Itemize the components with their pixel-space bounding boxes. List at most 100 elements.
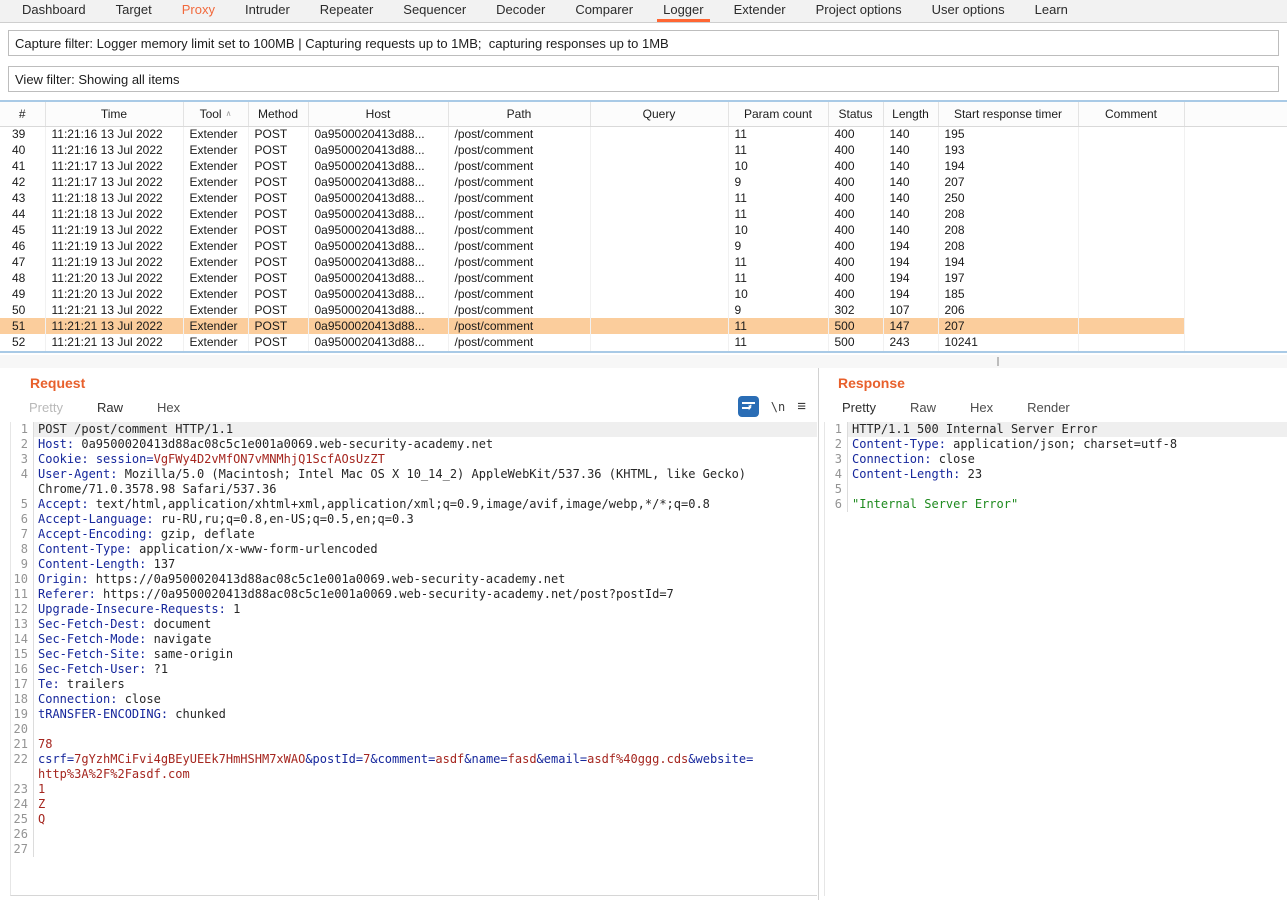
column-header-query[interactable]: Query: [590, 102, 728, 126]
line-content: [847, 482, 1287, 497]
response-tab-render[interactable]: Render: [1023, 398, 1074, 424]
cell-length: 194: [883, 238, 938, 254]
table-row[interactable]: 3911:21:16 13 Jul 2022ExtenderPOST0a9500…: [0, 126, 1287, 142]
cell-status: 400: [828, 158, 883, 174]
cell-time: 11:21:17 13 Jul 2022: [45, 158, 183, 174]
line-number: 9: [11, 557, 33, 572]
code-line: 20: [11, 722, 817, 737]
response-editor[interactable]: 1HTTP/1.1 500 Internal Server Error2Cont…: [824, 422, 1287, 896]
column-header-path[interactable]: Path: [448, 102, 590, 126]
table-row[interactable]: 4611:21:19 13 Jul 2022ExtenderPOST0a9500…: [0, 238, 1287, 254]
response-tab-pretty[interactable]: Pretty: [838, 398, 880, 424]
menu-tab-decoder[interactable]: Decoder: [490, 0, 551, 22]
cell-status: 400: [828, 238, 883, 254]
view-filter-bar[interactable]: View filter: Showing all items: [8, 66, 1279, 92]
cell--: 39: [0, 126, 45, 142]
request-tab-pretty[interactable]: Pretty: [25, 398, 67, 424]
table-row[interactable]: 4211:21:17 13 Jul 2022ExtenderPOST0a9500…: [0, 174, 1287, 190]
line-content: Referer: https://0a9500020413d88ac08c5c1…: [33, 587, 817, 602]
table-row[interactable]: 4811:21:20 13 Jul 2022ExtenderPOST0a9500…: [0, 270, 1287, 286]
wrap-lines-icon[interactable]: [738, 396, 759, 417]
cell-query: [590, 350, 728, 353]
line-content: Upgrade-Insecure-Requests: 1: [33, 602, 817, 617]
show-newlines-icon[interactable]: \n: [771, 400, 785, 414]
cell-host: 0a9500020413d88...: [308, 142, 448, 158]
cell-query: [590, 174, 728, 190]
cell-param-count: 11: [728, 126, 828, 142]
table-row[interactable]: 4111:21:17 13 Jul 2022ExtenderPOST0a9500…: [0, 158, 1287, 174]
table-row[interactable]: 5211:21:21 13 Jul 2022ExtenderPOST0a9500…: [0, 334, 1287, 350]
cell-query: [590, 158, 728, 174]
menu-tab-intruder[interactable]: Intruder: [239, 0, 296, 22]
cell-param-count: 9: [728, 174, 828, 190]
column-header-length[interactable]: Length: [883, 102, 938, 126]
table-row[interactable]: 4711:21:19 13 Jul 2022ExtenderPOST0a9500…: [0, 254, 1287, 270]
cell-filler: [1184, 190, 1287, 206]
line-number: 2: [825, 437, 847, 452]
column-header-tool[interactable]: Tool∧: [183, 102, 248, 126]
column-header-host[interactable]: Host: [308, 102, 448, 126]
response-tab-hex[interactable]: Hex: [966, 398, 997, 424]
cell-length: 194: [883, 286, 938, 302]
table-row[interactable]: 4511:21:19 13 Jul 2022ExtenderPOST0a9500…: [0, 222, 1287, 238]
line-content: Te: trailers: [33, 677, 817, 692]
line-content: Connection: close: [33, 692, 817, 707]
menu-tab-learn[interactable]: Learn: [1029, 0, 1074, 22]
cell-length: 243: [883, 334, 938, 350]
menu-tab-comparer[interactable]: Comparer: [569, 0, 639, 22]
vertical-split-divider[interactable]: [818, 368, 819, 900]
cell-comment: [1078, 334, 1184, 350]
cell-comment: [1078, 350, 1184, 353]
table-row[interactable]: 4311:21:18 13 Jul 2022ExtenderPOST0a9500…: [0, 190, 1287, 206]
column-header-status[interactable]: Status: [828, 102, 883, 126]
cell-method: POST: [248, 126, 308, 142]
line-content: Sec-Fetch-User: ?1: [33, 662, 817, 677]
column-header-method[interactable]: Method: [248, 102, 308, 126]
table-row[interactable]: 5311:21:22 13 Jul 2022ExtenderPOST0a9500…: [0, 350, 1287, 353]
horizontal-split-divider[interactable]: [0, 355, 1287, 368]
menu-tab-project-options[interactable]: Project options: [810, 0, 908, 22]
cell-path: /post/comment: [448, 142, 590, 158]
cell-method: POST: [248, 286, 308, 302]
menu-tab-user-options[interactable]: User options: [926, 0, 1011, 22]
table-row[interactable]: 5111:21:21 13 Jul 2022ExtenderPOST0a9500…: [0, 318, 1287, 334]
column-header--[interactable]: #: [0, 102, 45, 126]
cell--: 42: [0, 174, 45, 190]
cell-param-count: 11: [728, 334, 828, 350]
menu-tab-dashboard[interactable]: Dashboard: [16, 0, 92, 22]
menu-tab-target[interactable]: Target: [110, 0, 158, 22]
cell-host: 0a9500020413d88...: [308, 270, 448, 286]
menu-tab-extender[interactable]: Extender: [728, 0, 792, 22]
table-row[interactable]: 4911:21:20 13 Jul 2022ExtenderPOST0a9500…: [0, 286, 1287, 302]
line-content: Content-Length: 137: [33, 557, 817, 572]
code-line: 1POST /post/comment HTTP/1.1: [11, 422, 817, 437]
line-content: Sec-Fetch-Site: same-origin: [33, 647, 817, 662]
response-tab-raw[interactable]: Raw: [906, 398, 940, 424]
capture-filter-bar[interactable]: Capture filter: Logger memory limit set …: [8, 30, 1279, 56]
line-content: Connection: close: [847, 452, 1287, 467]
request-tab-raw[interactable]: Raw: [93, 398, 127, 424]
menu-tab-repeater[interactable]: Repeater: [314, 0, 379, 22]
request-tab-hex[interactable]: Hex: [153, 398, 184, 424]
cell-comment: [1078, 318, 1184, 334]
cell-time: 11:21:16 13 Jul 2022: [45, 142, 183, 158]
table-row[interactable]: 4011:21:16 13 Jul 2022ExtenderPOST0a9500…: [0, 142, 1287, 158]
request-editor[interactable]: 1POST /post/comment HTTP/1.12Host: 0a950…: [10, 422, 817, 896]
column-header-time[interactable]: Time: [45, 102, 183, 126]
line-content: "Internal Server Error": [847, 497, 1287, 512]
column-header-param-count[interactable]: Param count: [728, 102, 828, 126]
table-row[interactable]: 4411:21:18 13 Jul 2022ExtenderPOST0a9500…: [0, 206, 1287, 222]
cell-tool: Extender: [183, 190, 248, 206]
editor-menu-icon[interactable]: ≡: [797, 398, 806, 415]
table-row[interactable]: 5011:21:21 13 Jul 2022ExtenderPOST0a9500…: [0, 302, 1287, 318]
menu-tab-sequencer[interactable]: Sequencer: [397, 0, 472, 22]
cell-filler: [1184, 286, 1287, 302]
menu-tab-logger[interactable]: Logger: [657, 0, 709, 22]
request-title: Request: [30, 375, 85, 391]
column-header-start-response-timer[interactable]: Start response timer: [938, 102, 1078, 126]
cell-path: /post/comment: [448, 222, 590, 238]
column-header-comment[interactable]: Comment: [1078, 102, 1184, 126]
cell-filler: [1184, 270, 1287, 286]
menu-tab-proxy[interactable]: Proxy: [176, 0, 221, 22]
cell-status: 400: [828, 190, 883, 206]
